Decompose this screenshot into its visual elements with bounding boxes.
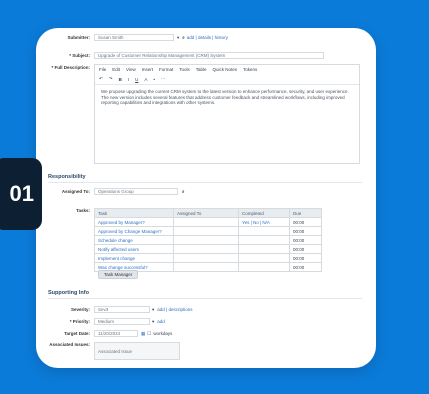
- task-cell-task[interactable]: Implement change: [94, 253, 174, 263]
- submitter-label: Submitter:: [67, 35, 91, 40]
- task-cell-due: 00:00: [289, 217, 322, 227]
- description-text[interactable]: We propose upgrading the current CRM sys…: [95, 85, 359, 110]
- tasks-table: Task Assigned To Completed Due Approved …: [94, 208, 322, 272]
- task-cell-due: 00:00: [289, 253, 322, 263]
- form-card: Submitter: Susan Smith ▾ ⌕ add | details…: [36, 28, 376, 368]
- issues-label: Associated Issues:: [49, 342, 90, 347]
- menu-format[interactable]: Format: [159, 67, 173, 72]
- task-cell-due: 00:00: [289, 262, 322, 272]
- chevron-down-icon[interactable]: ▾: [152, 307, 154, 313]
- menu-tokens[interactable]: Tokens: [243, 67, 257, 72]
- severity-row: Severity: Sev3 ▾ add | descriptions: [48, 306, 362, 313]
- task-manager-button[interactable]: Task Manager: [98, 270, 139, 279]
- task-cell-task[interactable]: Approved by Change Manager?: [94, 226, 174, 236]
- bold-icon[interactable]: B: [119, 77, 122, 82]
- column-header: Task: [94, 208, 174, 218]
- submitter-row: Submitter: Susan Smith ▾ ⌕ add | details…: [48, 34, 362, 41]
- task-cell-task[interactable]: Approved by Manager?: [94, 217, 174, 227]
- bullet-list-icon[interactable]: •: [153, 77, 155, 82]
- workdays-label: workdays: [153, 331, 173, 336]
- more-icon[interactable]: ⋯: [161, 76, 166, 82]
- menu-table[interactable]: Table: [196, 67, 207, 72]
- menu-tools[interactable]: Tools: [179, 67, 190, 72]
- table-row: Approved by Manager? Yes | No | N/A 00:00: [94, 217, 322, 227]
- severity-select[interactable]: Sev3: [94, 306, 150, 313]
- text-color-icon[interactable]: A: [144, 77, 147, 82]
- description-label: * Full Description:: [51, 65, 90, 70]
- search-icon[interactable]: ⌕: [182, 189, 185, 194]
- task-cell-assigned: [173, 226, 239, 236]
- subject-row: * Subject: Upgrade of Customer Relations…: [48, 52, 362, 59]
- priority-row: * Priority: Medium ▾ add: [48, 318, 362, 325]
- supporting-info-heading: Supporting Info: [48, 290, 89, 296]
- task-cell-assigned: [173, 217, 239, 227]
- subject-field[interactable]: Upgrade of Customer Relationship Managem…: [94, 52, 324, 59]
- column-header: Completed: [238, 208, 290, 218]
- submitter-dropdown-icon[interactable]: ▾: [177, 35, 179, 41]
- subject-label: * Subject:: [69, 53, 90, 58]
- italic-icon[interactable]: I: [128, 77, 129, 82]
- divider: [48, 298, 362, 299]
- task-cell-task[interactable]: Notify affected users: [94, 244, 174, 254]
- task-cell-due: 00:00: [289, 244, 322, 254]
- severity-links[interactable]: add | descriptions: [157, 307, 192, 312]
- undo-icon[interactable]: ↶: [99, 76, 103, 82]
- menu-view[interactable]: View: [126, 67, 136, 72]
- task-cell-completed[interactable]: [238, 235, 290, 245]
- task-cell-completed[interactable]: [238, 226, 290, 236]
- step-number-badge: 01: [0, 158, 42, 230]
- assigned-label: Assigned To:: [61, 189, 90, 194]
- priority-label: * Priority:: [69, 319, 90, 324]
- underline-icon[interactable]: U: [135, 77, 138, 82]
- chevron-down-icon[interactable]: ▾: [152, 319, 154, 325]
- menu-quick-notes[interactable]: Quick Notes: [213, 67, 238, 72]
- task-cell-completed[interactable]: Yes | No | N/A: [238, 217, 290, 227]
- task-cell-due: 00:00: [289, 235, 322, 245]
- column-header: Assigned To: [173, 208, 239, 218]
- table-row: Notify affected users 00:00: [94, 244, 322, 254]
- table-row: Implement change 00:00: [94, 253, 322, 263]
- menu-edit[interactable]: Edit: [112, 67, 120, 72]
- task-cell-completed[interactable]: [238, 262, 290, 272]
- severity-label: Severity:: [70, 307, 90, 312]
- assigned-row: Assigned To: Operations Group ⌕: [48, 188, 362, 195]
- assigned-field[interactable]: Operations Group: [94, 188, 178, 195]
- table-header-row: Task Assigned To Completed Due: [94, 208, 322, 218]
- search-icon[interactable]: ⌕: [182, 35, 185, 40]
- task-cell-assigned: [173, 244, 239, 254]
- redo-icon[interactable]: ↷: [109, 76, 113, 82]
- table-row: Approved by Change Manager? 00:00: [94, 226, 322, 236]
- task-cell-completed[interactable]: [238, 244, 290, 254]
- task-cell-completed[interactable]: [238, 253, 290, 263]
- priority-links[interactable]: add: [157, 319, 165, 324]
- submitter-links[interactable]: add | details | history: [187, 35, 228, 40]
- calendar-icon[interactable]: ▦: [141, 331, 145, 337]
- priority-select[interactable]: Medium: [94, 318, 150, 325]
- checkbox[interactable]: ☐: [147, 331, 151, 337]
- target-date-field[interactable]: 11/20/2024: [94, 330, 138, 337]
- task-cell-assigned: [173, 235, 239, 245]
- divider: [48, 182, 362, 183]
- associated-issue-field[interactable]: Associated Issue: [94, 342, 180, 360]
- tasks-label: Tasks:: [76, 208, 90, 213]
- responsibility-heading: Responsibility: [48, 174, 86, 180]
- task-cell-assigned: [173, 262, 239, 272]
- menu-insert[interactable]: Insert: [142, 67, 153, 72]
- editor-toolbar: ↶ ↷ B I U A • ⋯: [95, 74, 359, 85]
- task-cell-task[interactable]: Schedule change: [94, 235, 174, 245]
- submitter-field[interactable]: Susan Smith: [94, 34, 174, 41]
- target-date-label: Target Date:: [64, 331, 90, 336]
- description-editor[interactable]: File Edit View Insert Format Tools Table…: [94, 64, 360, 164]
- column-header: Due: [289, 208, 322, 218]
- task-cell-due: 00:00: [289, 226, 322, 236]
- menu-file[interactable]: File: [99, 67, 106, 72]
- task-cell-assigned: [173, 253, 239, 263]
- editor-menubar: File Edit View Insert Format Tools Table…: [95, 65, 359, 74]
- issues-row: Associated Issues: Associated Issue: [48, 342, 362, 360]
- target-date-row: Target Date: 11/20/2024 ▦ ☐ workdays: [48, 330, 362, 337]
- table-row: Schedule change 00:00: [94, 235, 322, 245]
